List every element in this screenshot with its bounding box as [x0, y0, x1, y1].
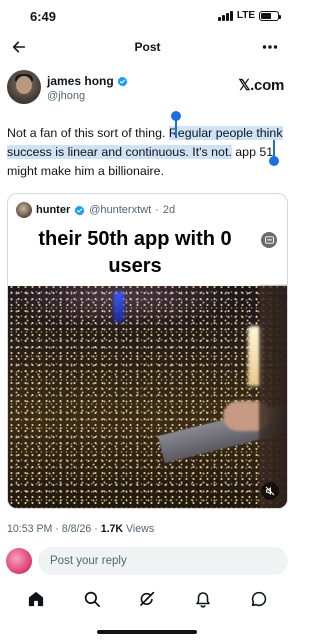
captions-button[interactable]	[261, 232, 277, 248]
user-avatar[interactable]	[6, 548, 32, 574]
meta-separator: ·	[55, 523, 59, 535]
quoted-post[interactable]: hunter @hunterxtwt · 2d their 50th app w…	[7, 193, 288, 509]
reply-input[interactable]	[38, 547, 288, 575]
author-handle[interactable]: @jhong	[47, 90, 85, 102]
video-frame	[8, 286, 287, 508]
tab-home[interactable]	[23, 586, 49, 612]
bell-icon	[196, 592, 211, 608]
verified-badge-icon	[117, 76, 128, 86]
video-caption: their 50th app with 0 users	[38, 228, 232, 277]
selection-start-handle[interactable]	[171, 111, 181, 121]
tab-notifications[interactable]	[190, 586, 216, 612]
author-avatar[interactable]	[7, 70, 41, 104]
more-horizontal-icon	[262, 45, 278, 49]
post-author: james hong @jhong 𝕏.com	[7, 70, 288, 110]
search-icon	[84, 591, 100, 607]
sound-off-icon	[265, 486, 275, 496]
captions-icon	[264, 236, 274, 244]
signal-icon	[217, 10, 233, 21]
author-name: james hong	[47, 74, 114, 88]
header: Post	[0, 34, 295, 60]
post-text[interactable]: Not a fan of this sort of thing. Regular…	[7, 124, 289, 181]
video-caption-area: their 50th app with 0 users	[8, 222, 287, 286]
quoted-post-age: 2d	[162, 204, 176, 216]
quoted-post-header: hunter @hunterxtwt · 2d	[16, 202, 175, 218]
selection-end-handle[interactable]	[269, 156, 279, 166]
source-label: 𝕏.com	[238, 77, 284, 94]
page-title: Post	[134, 40, 161, 54]
more-options-button[interactable]	[259, 36, 281, 58]
tab-grok[interactable]	[134, 586, 160, 612]
meta-separator: ·	[155, 204, 159, 216]
meta-separator: ·	[94, 523, 98, 535]
verified-badge-icon	[74, 205, 85, 215]
chat-bubble-icon	[251, 591, 267, 607]
video-player[interactable]: their 50th app with 0 users	[8, 222, 287, 508]
views-count: 1.7K	[100, 523, 124, 535]
quoted-author-handle: @hunterxtwt	[89, 204, 152, 216]
post-time: 10:53 PM	[7, 523, 53, 535]
mute-button[interactable]	[261, 482, 279, 500]
grok-icon	[140, 591, 155, 606]
status-indicators: LTE	[217, 10, 281, 21]
battery-level	[261, 12, 272, 19]
quoted-author-name: hunter	[36, 204, 71, 216]
views-label: Views	[126, 523, 155, 535]
battery-icon	[259, 10, 281, 21]
status-bar: 6:49 LTE	[0, 0, 295, 34]
home-indicator	[97, 630, 197, 634]
tab-search[interactable]	[79, 586, 105, 612]
post-text-plain: Not a fan of this sort of thing.	[7, 126, 169, 140]
reply-bar	[6, 546, 289, 576]
post-meta: 10:53 PM · 8/8/26 · 1.7K Views	[7, 523, 154, 535]
author-name-row[interactable]: james hong	[47, 74, 128, 88]
tab-messages[interactable]	[246, 586, 272, 612]
quoted-author-avatar	[16, 202, 32, 218]
network-label: LTE	[236, 10, 255, 21]
post-date: 8/8/26	[61, 523, 92, 535]
status-time: 6:49	[30, 9, 57, 24]
home-icon	[28, 591, 44, 607]
bottom-tab-bar	[0, 585, 295, 613]
selection-start-bar	[175, 118, 177, 138]
